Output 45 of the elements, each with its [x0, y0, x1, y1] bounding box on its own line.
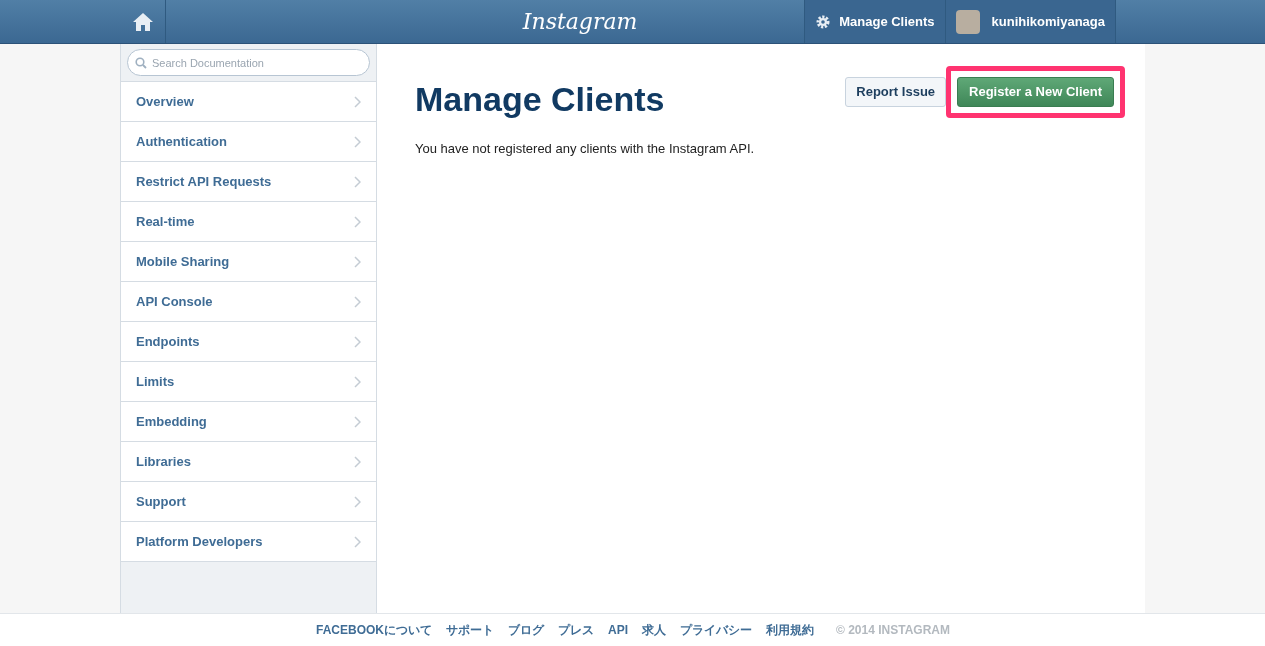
chevron-right-icon [354, 375, 361, 388]
sidebar-item[interactable]: Authentication [121, 121, 376, 161]
footer-link[interactable]: FACEBOOKについて [316, 621, 432, 639]
register-client-button[interactable]: Register a New Client [957, 77, 1114, 107]
chevron-right-icon [354, 95, 361, 108]
footer-link[interactable]: 利用規約 [766, 621, 814, 639]
user-menu-button[interactable]: kunihikomiyanaga [944, 0, 1115, 43]
settings-icon [815, 13, 832, 30]
chevron-right-icon [354, 135, 361, 148]
avatar [955, 9, 980, 34]
chevron-right-icon [354, 255, 361, 268]
sidebar-item[interactable]: Endpoints [121, 321, 376, 361]
copyright: © 2014 INSTAGRAM [836, 622, 950, 639]
chevron-right-icon [354, 335, 361, 348]
footer-link[interactable]: サポート [446, 621, 494, 639]
logo[interactable]: Instagram [522, 5, 638, 38]
sidebar-item[interactable]: Embedding [121, 401, 376, 441]
sidebar-item[interactable]: Limits [121, 361, 376, 401]
empty-message: You have not registered any clients with the Instagram API. [415, 140, 756, 158]
chevron-right-icon [354, 175, 361, 188]
sidebar-item[interactable]: Real-time [121, 201, 376, 241]
sidebar-item[interactable]: Restrict API Requests [121, 161, 376, 201]
sidebar-item[interactable]: API Console [121, 281, 376, 321]
chevron-right-icon [354, 415, 361, 428]
chevron-right-icon [354, 455, 361, 468]
chevron-right-icon [354, 535, 361, 548]
sidebar-item[interactable]: Support [121, 481, 376, 521]
chevron-right-icon [354, 295, 361, 308]
sidebar-item[interactable]: Mobile Sharing [121, 241, 376, 281]
footer-link[interactable]: 求人 [642, 621, 666, 639]
search-field[interactable]: Search Documentation [127, 49, 370, 76]
chevron-right-icon [354, 215, 361, 228]
chevron-right-icon [354, 495, 361, 508]
sidebar-item[interactable]: Platform Developers [121, 521, 376, 561]
sidebar-item[interactable]: Libraries [121, 441, 376, 481]
footer-link[interactable]: プライバシー [680, 621, 752, 639]
footer-link[interactable]: プレス [558, 621, 594, 639]
footer-link[interactable]: API [608, 621, 628, 639]
report-issue-button[interactable]: Report Issue [845, 77, 947, 107]
page-title: Manage Clients [415, 79, 665, 120]
home-icon [131, 11, 154, 32]
nav-button[interactable]: Manage Clients [804, 0, 945, 43]
search-icon [135, 57, 147, 69]
sidebar-item[interactable]: Overview [121, 81, 376, 121]
footer-link[interactable]: ブログ [508, 621, 544, 639]
